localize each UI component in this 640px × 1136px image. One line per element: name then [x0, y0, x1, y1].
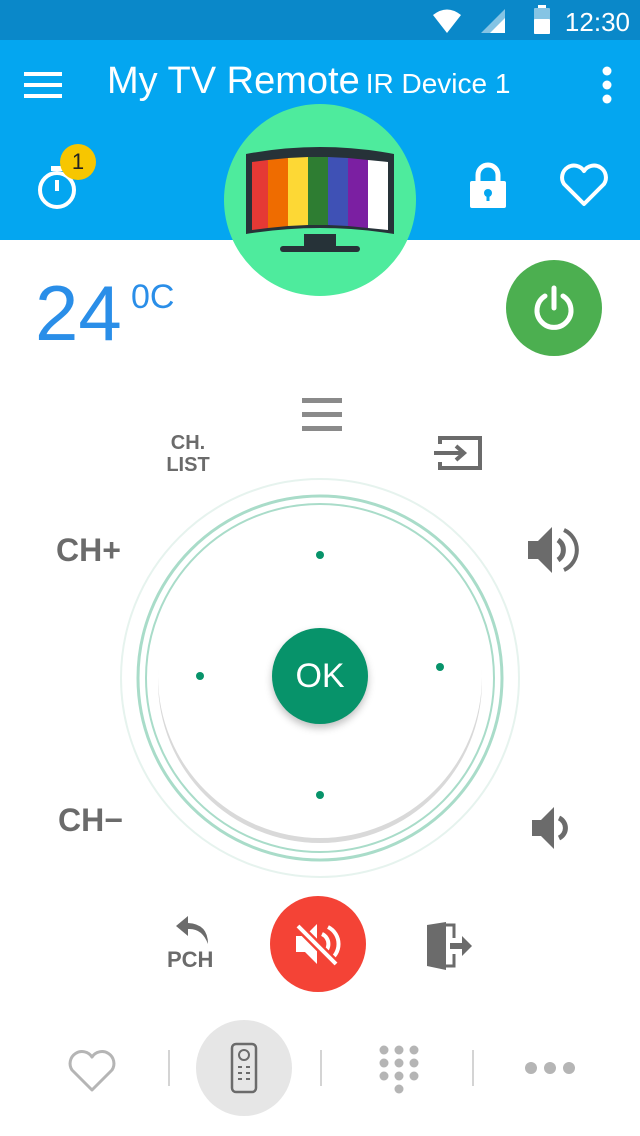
dpad-left-indicator [196, 672, 204, 680]
status-bar: 12:30 [0, 0, 640, 40]
menu-button[interactable] [300, 396, 344, 434]
more-vert-icon[interactable] [600, 66, 614, 106]
dpad-up-indicator [316, 551, 324, 559]
mute-icon [294, 922, 341, 968]
mute-button[interactable] [270, 896, 366, 992]
power-icon [534, 285, 574, 330]
favorites-tab-heart-icon[interactable] [66, 1048, 118, 1094]
app-title-text: My TV Remote [107, 60, 360, 102]
pch-label: PCH [167, 947, 214, 972]
ch-list-label-1: CH. [170, 432, 206, 454]
device-name[interactable]: IR Device 1 [366, 68, 511, 99]
menu-icon[interactable] [24, 70, 64, 100]
temperature-unit: 0C [131, 278, 175, 316]
nav-divider [320, 1050, 322, 1086]
nav-divider [168, 1050, 170, 1086]
app-title: My TV Remote IR Device 1 [107, 60, 510, 103]
timer-badge: 1 [60, 144, 96, 180]
remote-control-icon [230, 1042, 258, 1094]
status-time: 12:30 [564, 7, 630, 37]
dpad-left[interactable] [160, 626, 250, 726]
battery-icon [534, 5, 550, 34]
tv-icon [246, 147, 394, 252]
undo-arrow-icon [176, 916, 208, 944]
remote-tab[interactable] [196, 1020, 292, 1116]
lock-icon[interactable] [468, 160, 508, 210]
more-tab-dots-icon[interactable] [524, 1060, 576, 1076]
favorite-heart-icon[interactable] [558, 162, 610, 208]
channel-up-button[interactable]: CH+ [56, 532, 121, 569]
dpad-down[interactable] [270, 750, 370, 830]
ch-list-button[interactable]: CH. LIST [160, 432, 216, 476]
previous-channel-button[interactable]: PCH [164, 914, 224, 974]
ch-list-label-2: LIST [166, 454, 210, 476]
dpad-right-indicator [436, 663, 444, 671]
volume-up-button[interactable] [526, 522, 580, 578]
nav-divider [472, 1050, 474, 1086]
volume-down-button[interactable] [530, 804, 574, 852]
power-button[interactable] [506, 260, 602, 356]
device-avatar[interactable] [224, 104, 416, 296]
input-source-button[interactable] [432, 434, 484, 472]
ok-button[interactable]: OK [272, 628, 368, 724]
dpad-up[interactable] [270, 520, 370, 600]
dpad-right[interactable] [390, 618, 480, 718]
dpad-down-indicator [316, 791, 324, 799]
exit-button[interactable] [424, 920, 474, 972]
temperature-value: 24 [35, 269, 122, 357]
channel-down-button[interactable]: CH− [58, 802, 123, 839]
signal-icon [481, 9, 505, 33]
wifi-icon [433, 9, 461, 33]
keypad-tab-icon[interactable] [378, 1044, 420, 1096]
